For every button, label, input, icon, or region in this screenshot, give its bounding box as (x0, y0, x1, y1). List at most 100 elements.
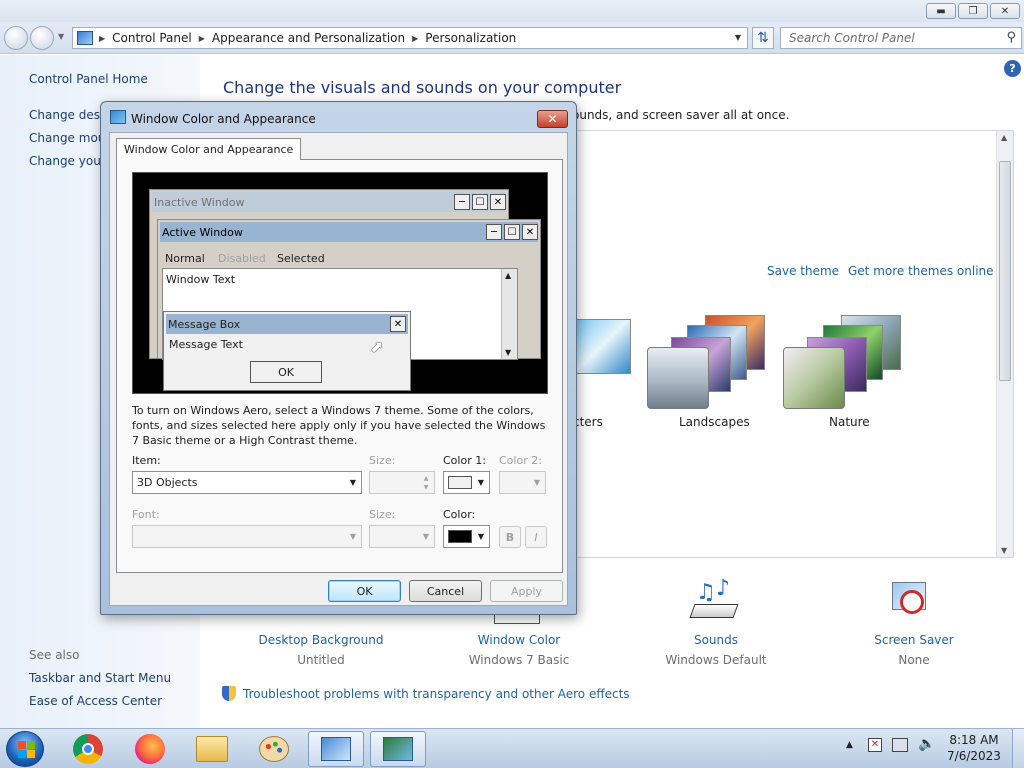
window-color-link[interactable]: Window Color (439, 633, 599, 647)
troubleshoot-text[interactable]: Troubleshoot problems with transparency … (243, 687, 630, 701)
dialog-close-button[interactable]: ✕ (537, 110, 568, 128)
preview-inactive-titlebar: Inactive Window (152, 192, 506, 212)
paint-taskbar-button[interactable] (246, 731, 302, 767)
clock-date: 7/6/2023 (947, 749, 1001, 763)
item-select[interactable]: 3D Objects ▼ (132, 471, 362, 494)
item-label: Item: (132, 454, 161, 467)
scrollbar-thumb[interactable] (999, 161, 1011, 381)
screen-saver-icon[interactable] (888, 580, 934, 624)
help-icon[interactable]: ? (1004, 60, 1021, 77)
font-color-label: Color: (443, 508, 476, 521)
sounds-value: Windows Default (665, 653, 767, 667)
theme-nature-thumbnail[interactable] (783, 311, 903, 411)
breadcrumb-appearance[interactable]: Appearance and Personalization (212, 31, 405, 45)
theme-landscapes-label: Landscapes (679, 415, 750, 429)
desktop-background-link[interactable]: Desktop Background (241, 633, 401, 647)
get-more-themes-link[interactable]: Get more themes online (848, 264, 994, 278)
close-icon: ✕ (522, 224, 538, 240)
ease-of-access-link[interactable]: Ease of Access Center (29, 694, 162, 708)
recent-pages-dropdown-icon[interactable]: ▼ (58, 32, 64, 41)
screen-saver-item[interactable]: Screen Saver None (834, 633, 994, 667)
preview-active-title: Active Window (162, 225, 243, 239)
action-center-icon[interactable]: ✕ (868, 738, 882, 752)
sounds-icon[interactable]: ♫ ♪ (689, 576, 740, 626)
preview-inactive-buttons: ─ ☐ ✕ (454, 194, 506, 210)
breadcrumb-personalization[interactable]: Personalization (425, 31, 516, 45)
address-dropdown-icon[interactable]: ▼ (735, 33, 741, 42)
cancel-button[interactable]: Cancel (409, 580, 482, 602)
sounds-item[interactable]: Sounds Windows Default (636, 633, 796, 667)
address-row: ▼ ▶ Control Panel ▶ Appearance and Perso… (0, 22, 1024, 54)
change-account-picture-link[interactable]: Change your (29, 154, 106, 168)
restore-button[interactable]: ❐ (958, 3, 988, 19)
address-bar[interactable]: ▶ Control Panel ▶ Appearance and Persona… (72, 27, 748, 49)
breadcrumb-separator-icon: ▶ (198, 33, 205, 43)
taskbar-start-menu-link[interactable]: Taskbar and Start Menu (29, 671, 171, 685)
minimize-button[interactable]: ▬ (926, 3, 956, 19)
size-spinner[interactable]: ▲ ▼ (369, 471, 435, 494)
scroll-up-icon[interactable]: ▲ (1001, 133, 1007, 142)
color1-picker[interactable]: ▼ (443, 471, 490, 494)
window-color-value: Windows 7 Basic (468, 653, 570, 667)
minimize-icon: ─ (486, 224, 502, 240)
preview-window-text: Window Text (166, 273, 236, 286)
forward-button[interactable] (30, 26, 54, 50)
save-theme-link[interactable]: Save theme (767, 264, 839, 278)
control-panel-home-link[interactable]: Control Panel Home (29, 72, 148, 86)
theme-list-scrollbar[interactable]: ▲ ▼ (996, 131, 1013, 557)
theme-landscapes-thumbnail[interactable] (647, 311, 767, 411)
aero-info-text: To turn on Windows Aero, select a Window… (132, 404, 546, 447)
page-description: ounds, and screen saver all at once. (572, 108, 790, 122)
firefox-icon (135, 734, 165, 764)
close-icon: ✕ (490, 194, 506, 210)
dialog-app-icon (110, 110, 126, 124)
preview-msgbox-titlebar: Message Box (166, 314, 408, 334)
bold-button[interactable]: B (499, 526, 521, 548)
back-button[interactable] (4, 26, 28, 50)
italic-button[interactable]: I (525, 526, 547, 548)
theme-landscapes-preview (647, 347, 709, 409)
ok-button[interactable]: OK (328, 580, 401, 602)
font-color-picker[interactable]: ▼ (443, 525, 490, 548)
font-size-select[interactable]: ▼ (369, 525, 435, 548)
explorer-taskbar-button[interactable] (184, 731, 240, 767)
theme-list[interactable]: Save theme Get more themes online cters … (560, 130, 1014, 558)
search-icon[interactable]: ⚲ (1006, 30, 1016, 45)
chrome-taskbar-button[interactable] (60, 731, 116, 767)
sounds-link[interactable]: Sounds (636, 633, 796, 647)
breadcrumb-control-panel[interactable]: Control Panel (112, 31, 192, 45)
network-icon[interactable] (892, 738, 908, 752)
color2-picker[interactable]: ▼ (499, 471, 546, 494)
windows-logo-icon (27, 741, 35, 749)
close-window-button[interactable]: ✕ (990, 3, 1020, 19)
windows-logo-icon (18, 750, 26, 758)
refresh-button[interactable]: ⇅ (752, 27, 774, 49)
show-hidden-icons-icon[interactable]: ▲ (846, 740, 853, 750)
firefox-taskbar-button[interactable] (122, 731, 178, 767)
chevron-down-icon: ▼ (477, 478, 485, 487)
troubleshoot-link[interactable]: Troubleshoot problems with transparency … (222, 686, 630, 701)
screen-saver-link[interactable]: Screen Saver (834, 633, 994, 647)
spinner-arrows-icon: ▲ ▼ (423, 474, 429, 491)
chevron-down-icon: ▼ (533, 478, 541, 487)
control-panel-taskbar-button[interactable] (308, 731, 364, 767)
preview-scrollbar: ▲ ▼ (501, 269, 517, 359)
apply-button[interactable]: Apply (490, 580, 563, 602)
appearance-preview[interactable]: Inactive Window ─ ☐ ✕ Active Window ─ ☐ (132, 172, 548, 394)
clock[interactable]: 8:18 AM 7/6/2023 (938, 732, 1010, 764)
chevron-down-icon: ▼ (349, 532, 357, 541)
theme-image (571, 319, 631, 374)
window-color-taskbar-button[interactable] (370, 731, 426, 767)
font-select[interactable]: ▼ (132, 525, 362, 548)
search-input[interactable]: Search Control Panel ⚲ (780, 27, 1022, 49)
scroll-down-icon[interactable]: ▼ (1001, 546, 1007, 555)
window-color-item[interactable]: Window Color Windows 7 Basic (439, 633, 599, 667)
no-entry-icon (900, 590, 924, 614)
page-title: Change the visuals and sounds on your co… (223, 78, 622, 97)
start-button[interactable] (6, 731, 44, 767)
show-desktop-button[interactable] (1012, 729, 1024, 768)
desktop-background-item[interactable]: Desktop Background Untitled (241, 633, 401, 667)
preview-msgbox-title: Message Box (168, 317, 241, 331)
tab-window-color-appearance[interactable]: Window Color and Appearance (116, 138, 302, 160)
volume-icon[interactable]: 🔈 (918, 736, 935, 752)
